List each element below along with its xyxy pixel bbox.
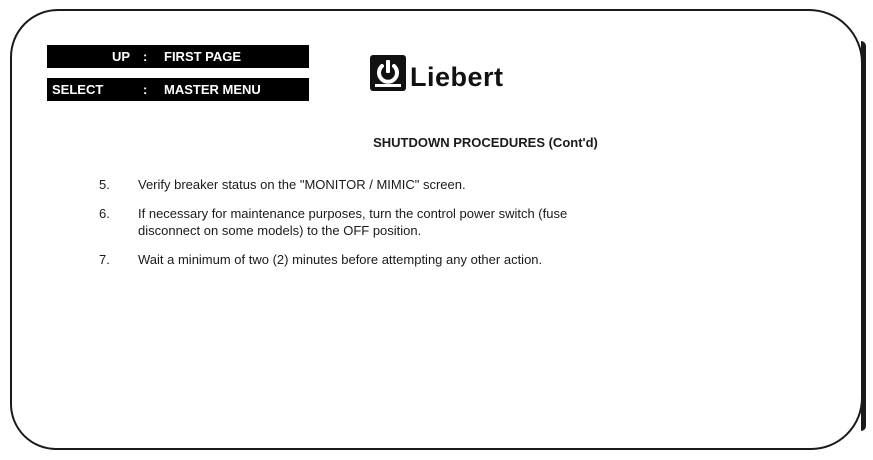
up-key-legend[interactable]: UP : FIRST PAGE (47, 45, 309, 68)
power-icon (370, 55, 406, 91)
select-key-name: SELECT (52, 82, 104, 97)
step-text: Verify breaker status on the "MONITOR / … (138, 177, 466, 192)
page-title: SHUTDOWN PROCEDURES (Cont'd) (373, 135, 598, 150)
select-key-colon: : (143, 82, 148, 97)
step-text-line-2: disconnect on some models) to the OFF po… (138, 223, 422, 238)
up-key-action: FIRST PAGE (164, 49, 242, 64)
up-key-name: UP (111, 49, 130, 64)
step-number: 6. (99, 206, 110, 221)
logo-text: Liebert (410, 61, 504, 92)
step-text-line-1: If necessary for maintenance purposes, t… (138, 206, 568, 221)
select-key-action: MASTER MENU (164, 82, 261, 97)
step-item: 6. If necessary for maintenance purposes… (99, 205, 759, 239)
step-text: Wait a minimum of two (2) minutes before… (138, 252, 543, 267)
up-key-colon: : (143, 49, 148, 64)
step-item: 5. Verify breaker status on the "MONITOR… (99, 176, 759, 193)
procedure-steps: 5. Verify breaker status on the "MONITOR… (99, 176, 759, 280)
step-number: 5. (99, 177, 110, 192)
step-item: 7. Wait a minimum of two (2) minutes bef… (99, 251, 759, 268)
liebert-logo: Liebert (370, 55, 504, 92)
select-key-legend[interactable]: SELECT : MASTER MENU (47, 78, 309, 101)
step-number: 7. (99, 252, 110, 267)
